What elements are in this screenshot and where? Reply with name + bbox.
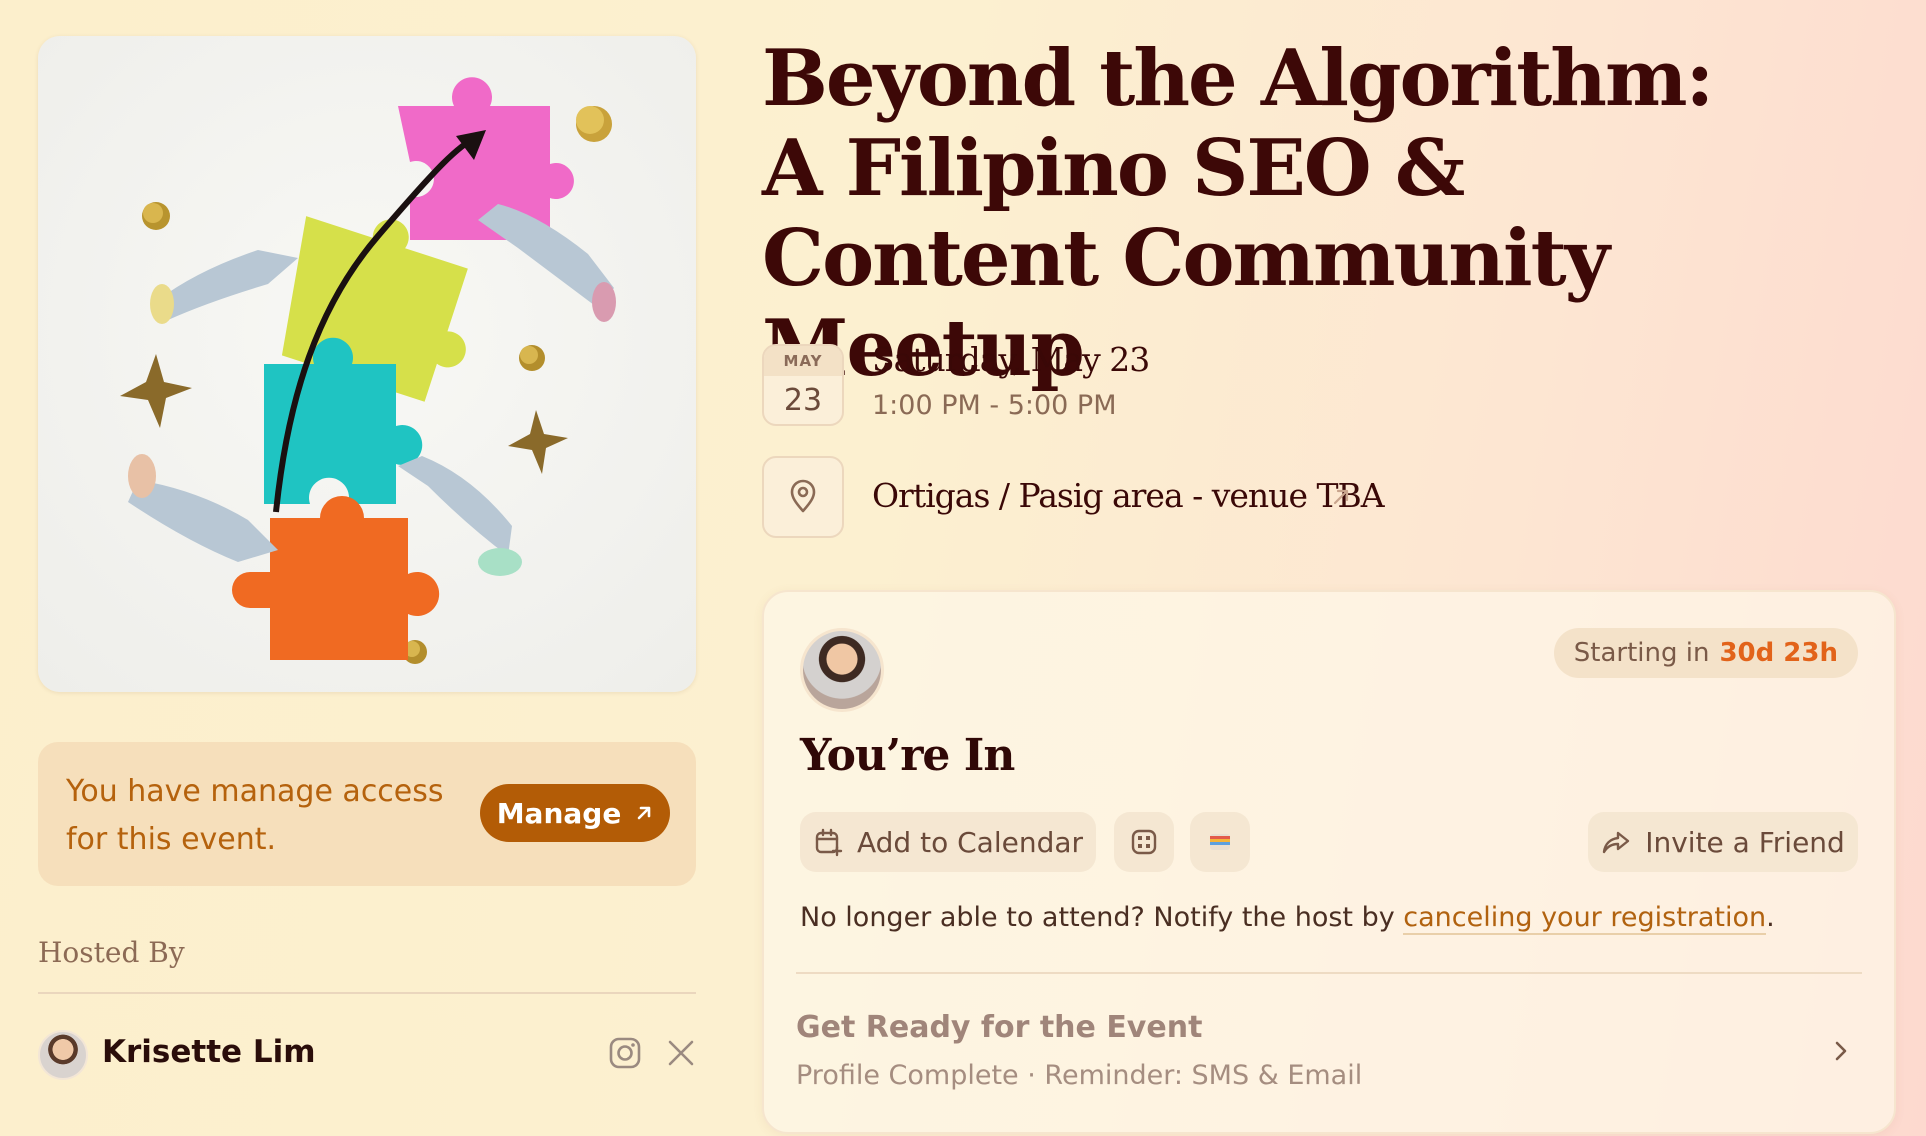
manage-button[interactable]: Manage bbox=[480, 784, 670, 842]
cancel-notice: No longer able to attend? Notify the hos… bbox=[800, 902, 1775, 935]
get-ready-subtitle: Profile Complete · Reminder: SMS & Email bbox=[796, 1060, 1363, 1091]
calendar-add-icon bbox=[815, 828, 843, 857]
host-row[interactable]: Krisette Lim bbox=[38, 1030, 696, 1080]
x-icon[interactable] bbox=[666, 1038, 696, 1068]
map-pin-icon bbox=[790, 479, 816, 513]
countdown-value: 30d 23h bbox=[1719, 638, 1838, 668]
invite-friend-button[interactable]: Invite a Friend bbox=[1588, 812, 1858, 872]
event-location[interactable]: Ortigas / Pasig area - venue TBA bbox=[872, 476, 1385, 515]
host-avatar bbox=[38, 1030, 88, 1080]
wallet-button[interactable] bbox=[1190, 812, 1250, 872]
get-ready-title[interactable]: Get Ready for the Event bbox=[796, 1010, 1202, 1045]
divider bbox=[38, 992, 696, 994]
date-badge: MAY 23 bbox=[762, 344, 844, 426]
external-arrow-icon bbox=[638, 806, 651, 820]
manage-access-banner: You have manage access for this event. M… bbox=[38, 742, 696, 886]
qr-code-icon bbox=[1131, 829, 1157, 855]
share-icon bbox=[1602, 831, 1630, 854]
instagram-icon[interactable] bbox=[608, 1036, 642, 1070]
manage-access-text: You have manage access for this event. bbox=[66, 774, 444, 857]
wallet-icon bbox=[1210, 834, 1230, 850]
date-month: MAY bbox=[764, 346, 842, 376]
add-to-calendar-label: Add to Calendar bbox=[856, 825, 1084, 859]
cancel-suffix: . bbox=[1766, 902, 1775, 933]
host-name[interactable]: Krisette Lim bbox=[102, 1034, 316, 1070]
external-arrow-icon[interactable] bbox=[1330, 486, 1352, 508]
countdown-prefix: Starting in bbox=[1573, 638, 1710, 668]
location-badge bbox=[762, 456, 844, 538]
rsvp-card: Starting in 30d 23h You’re In Add to Cal… bbox=[762, 590, 1896, 1134]
event-cover-image bbox=[38, 36, 696, 692]
qr-code-button[interactable] bbox=[1114, 812, 1174, 872]
date-day: 23 bbox=[783, 382, 823, 418]
countdown-badge: Starting in 30d 23h bbox=[1553, 628, 1858, 678]
attendee-avatar bbox=[800, 628, 884, 712]
manage-button-label: Manage bbox=[496, 796, 622, 830]
invite-friend-label: Invite a Friend bbox=[1645, 825, 1845, 859]
divider bbox=[796, 972, 1862, 974]
hosted-by-label: Hosted By bbox=[38, 936, 185, 969]
registration-status: You’re In bbox=[800, 730, 1015, 781]
puzzle-illustration bbox=[120, 77, 616, 664]
event-time: 1:00 PM - 5:00 PM bbox=[872, 390, 1117, 421]
cancel-registration-link[interactable]: canceling your registration bbox=[1403, 902, 1767, 935]
chevron-right-icon[interactable] bbox=[1828, 1038, 1854, 1064]
cancel-prefix: No longer able to attend? Notify the hos… bbox=[800, 902, 1404, 933]
event-date: Saturday, May 23 bbox=[872, 340, 1150, 379]
add-to-calendar-button[interactable]: Add to Calendar bbox=[800, 812, 1096, 872]
